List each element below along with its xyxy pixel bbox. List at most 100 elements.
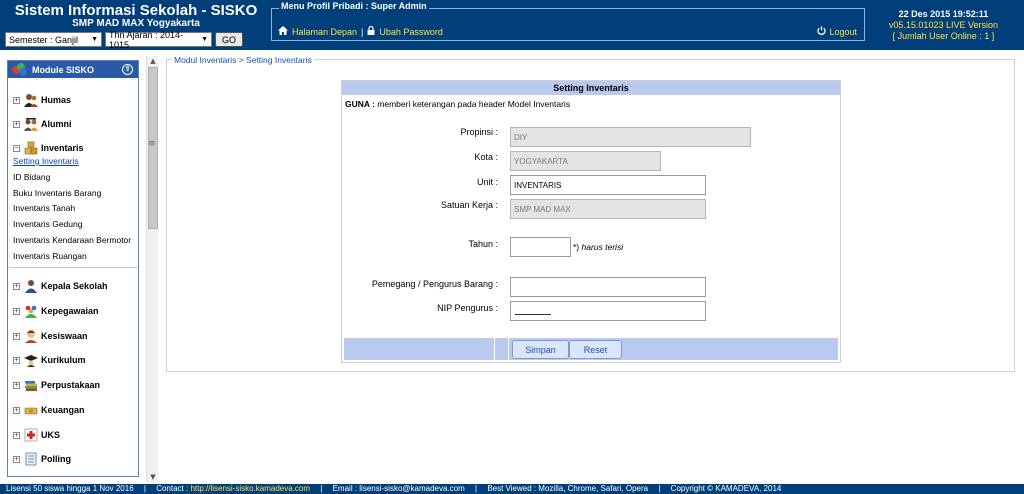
sidebar-subitem-setting-inventaris[interactable]: Setting Inventaris [13, 156, 79, 166]
status-separator: | [658, 484, 661, 493]
status-separator: | [143, 484, 146, 493]
year-select[interactable]: Thn Ajaran : 2014-1015 ▼ [105, 30, 212, 50]
sidebar-subitem-buku-inventaris[interactable]: Buku Inventaris Barang [13, 188, 101, 198]
required-text: harus terisi [581, 242, 624, 252]
server-datetime: 22 Des 2015 19:52:11 [898, 9, 989, 19]
propinsi-field: DIY [510, 127, 751, 147]
expand-icon[interactable]: + [13, 381, 20, 389]
scroll-down-icon[interactable]: ▼ [147, 472, 159, 482]
license-text: Lisensi 50 siswa hingga 1 Nov 2016 [6, 484, 134, 493]
unit-field[interactable]: INVENTARIS [510, 175, 706, 195]
pemegang-label: Pemegang / Pengurus Barang : [371, 279, 498, 289]
sidebar-subitem-inventaris-kendaraan[interactable]: Inventaris Kendaraan Bermotor [13, 235, 131, 245]
browsers-text: Best Viewed : Mozilla, Chrome, Safari, O… [487, 484, 649, 493]
required-star: *) [573, 242, 580, 252]
module-icon [12, 63, 28, 76]
home-link[interactable]: Halaman Depan [292, 27, 357, 37]
tahun-field[interactable] [510, 237, 571, 257]
sidebar-item-humas[interactable]: + Humas [13, 93, 71, 107]
money-icon [24, 403, 38, 417]
propinsi-label: Propinsi : [460, 127, 498, 137]
sidebar-subitem-inventaris-gedung[interactable]: Inventaris Gedung [13, 219, 82, 229]
sidebar-item-kepala-sekolah[interactable]: + Kepala Sekolah [13, 279, 108, 293]
students-icon [24, 329, 38, 343]
pemegang-field[interactable] [510, 277, 706, 297]
expand-icon[interactable]: + [13, 282, 20, 290]
copyright-text: Copyright © KAMADEVA, 2014 [670, 484, 782, 493]
sidebar-item-label: Polling [41, 454, 71, 464]
health-icon [24, 428, 38, 442]
footer-divider [494, 338, 495, 360]
module-bar: Module SISKO ⇧ [8, 61, 138, 78]
tahun-label: Tahun : [468, 239, 498, 249]
contact-link[interactable]: http://lisensi-sisko.kamadeva.com [190, 484, 310, 493]
email-text: Email : lisensi-sisko@kamadeva.com [332, 484, 465, 493]
footer-divider [508, 338, 509, 360]
sidebar-item-keuangan[interactable]: + Keuangan [13, 403, 85, 417]
sidebar-subitem-inventaris-ruangan[interactable]: Inventaris Ruangan [13, 251, 87, 261]
required-note: *) harus terisi [573, 242, 623, 252]
satuan-kerja-field: SMP MAD MAX [510, 199, 706, 219]
expand-icon[interactable]: + [13, 406, 20, 414]
sidebar-item-label: Inventaris [41, 143, 84, 153]
satuan-kerja-label: Satuan Kerja : [440, 200, 498, 210]
sidebar-item-polling[interactable]: + Polling [13, 452, 71, 466]
expand-icon[interactable]: + [13, 120, 20, 128]
sidebar-item-label: UKS [41, 430, 61, 440]
expand-icon[interactable]: + [13, 96, 20, 104]
logout-label: Logout [829, 27, 857, 37]
chevron-down-icon: ▼ [91, 36, 98, 43]
sidebar-scrollbar[interactable]: ▲ ▼ [146, 56, 158, 482]
nip-field[interactable] [510, 301, 706, 321]
reset-button[interactable]: Reset [569, 340, 622, 359]
sidebar-subitem-inventaris-tanah[interactable]: Inventaris Tanah [13, 203, 75, 213]
expand-icon[interactable]: + [13, 307, 20, 315]
semester-select[interactable]: Semester : Ganjil ▼ [5, 32, 102, 47]
sidebar-item-label: Kesiswaan [41, 331, 88, 341]
expand-icon[interactable]: + [13, 455, 20, 463]
save-button[interactable]: Simpan [512, 340, 569, 359]
module-title: Module SISKO [32, 64, 95, 75]
setting-inventaris-form: Setting Inventaris GUNA : memberi ketera… [341, 80, 841, 363]
go-button[interactable]: GO [215, 32, 244, 47]
graduation-icon [24, 353, 38, 367]
status-separator: | [320, 484, 323, 493]
sidebar-item-label: Perpustakaan [41, 380, 101, 390]
sidebar-item-label: Alumni [41, 119, 72, 129]
brand: Sistem Informasi Sekolah - SISKO SMP MAD… [6, 2, 266, 29]
scroll-up-icon[interactable]: ▲ [147, 56, 159, 66]
change-password-link[interactable]: Ubah Password [379, 27, 443, 37]
guna-text: memberi keterangan pada header Model Inv… [377, 99, 571, 109]
form-title: Setting Inventaris [342, 81, 840, 95]
sidebar-item-label: Humas [41, 95, 72, 105]
sidebar-item-kurikulum[interactable]: + Kurikulum [13, 353, 86, 367]
kota-label: Kota : [474, 152, 498, 162]
collapse-icon[interactable]: ⇧ [122, 64, 133, 75]
sidebar-item-label: Kepala Sekolah [41, 281, 108, 291]
nav-separator: | [361, 27, 364, 37]
app-header: Sistem Informasi Sekolah - SISKO SMP MAD… [0, 0, 1024, 50]
expand-icon[interactable]: + [13, 431, 20, 439]
sidebar-item-uks[interactable]: + UKS [13, 428, 60, 442]
nip-label: NIP Pengurus : [437, 303, 498, 313]
period-selector: Semester : Ganjil ▼ Thn Ajaran : 2014-10… [5, 30, 244, 50]
sidebar-item-kesiswaan[interactable]: + Kesiswaan [13, 329, 88, 343]
sidebar-item-inventaris[interactable]: − Inventaris [13, 141, 84, 155]
breadcrumb[interactable]: Modul Inventaris > Setting Inventaris [172, 55, 314, 65]
collapse-tree-icon[interactable]: − [13, 144, 20, 152]
form-actions: Simpan Reset [344, 338, 838, 360]
sidebar-item-alumni[interactable]: + Alumni [13, 117, 72, 131]
logout-button[interactable]: Logout [817, 26, 857, 38]
sidebar-item-perpustakaan[interactable]: + Perpustakaan [13, 378, 100, 392]
unit-label: Unit : [476, 177, 498, 187]
app-version: v05.15.01023 LIVE Version [888, 20, 998, 30]
sidebar-item-label: Keuangan [41, 405, 85, 415]
session-info: 22 Des 2015 19:52:11 v05.15.01023 LIVE V… [889, 9, 998, 42]
sidebar-item-kepegawaian[interactable]: + Kepegawaian [13, 304, 99, 318]
chevron-down-icon: ▼ [201, 36, 208, 43]
app-title: Sistem Informasi Sekolah - SISKO [14, 2, 258, 19]
sidebar-subitem-id-bidang[interactable]: ID Bidang [13, 172, 50, 182]
expand-icon[interactable]: + [13, 356, 20, 364]
profile-menu: Menu Profil Pribadi : Super Admin Halama… [271, 1, 865, 41]
expand-icon[interactable]: + [13, 332, 20, 340]
